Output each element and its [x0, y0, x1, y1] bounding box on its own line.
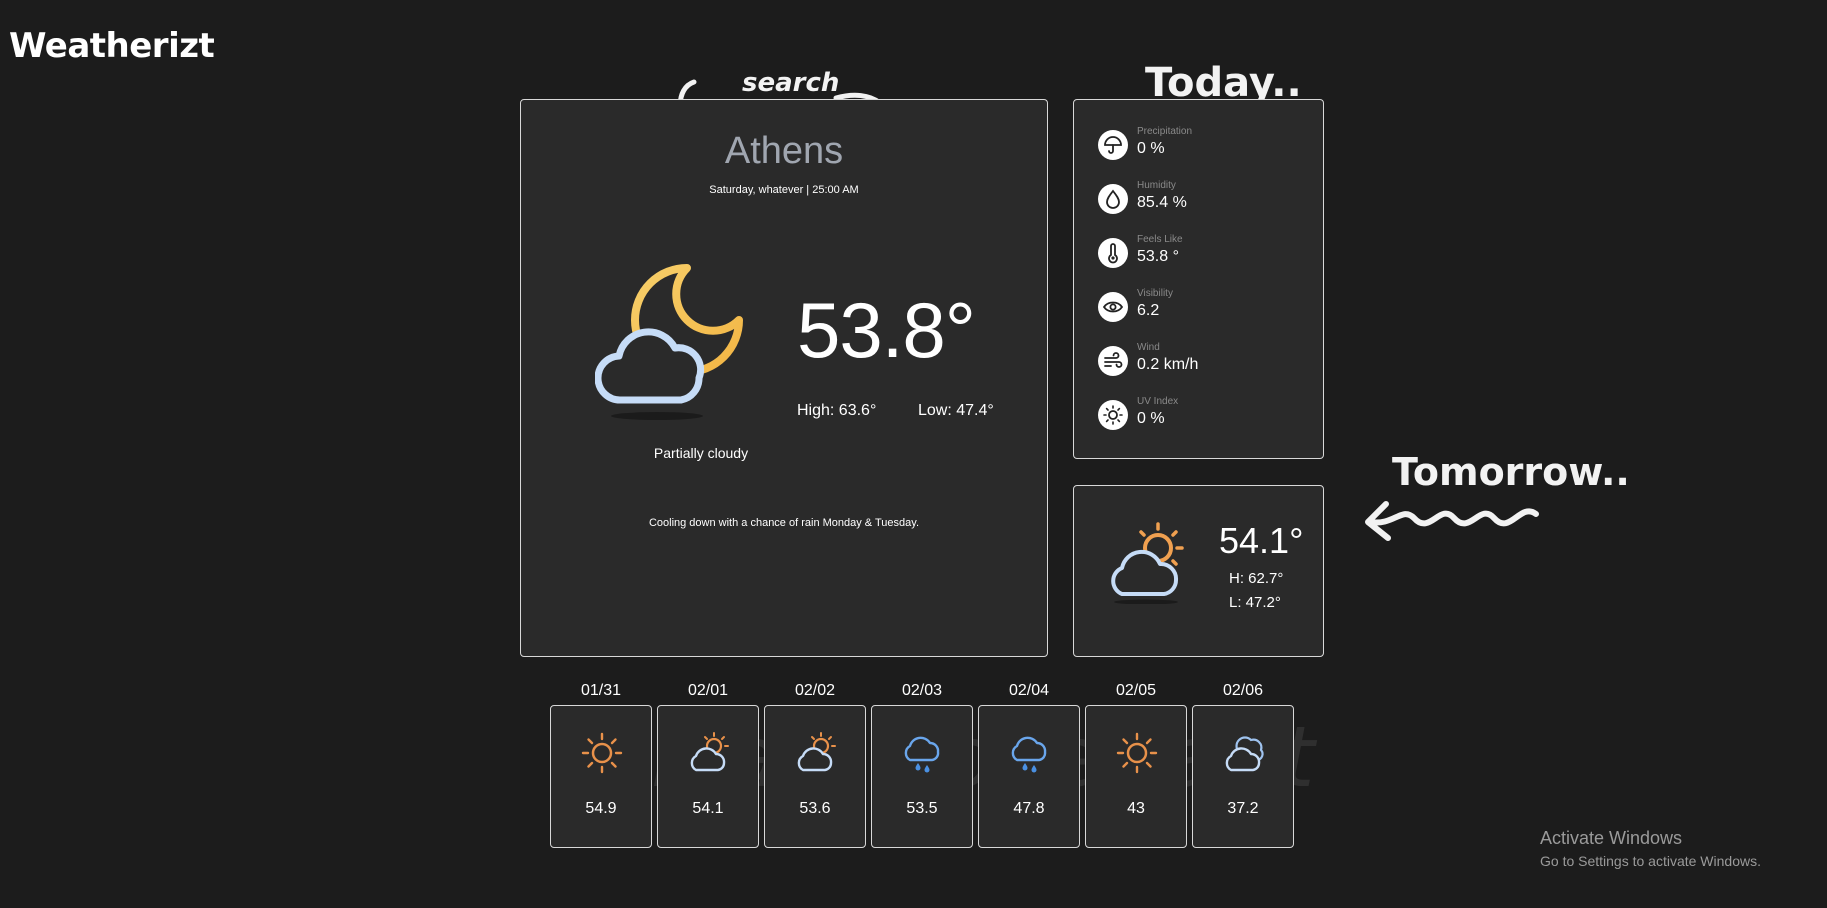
metric-value: 53.8 °	[1137, 248, 1179, 265]
current-low: Low: 47.4°	[918, 402, 994, 419]
forecast-day: 02/04 47.8	[978, 682, 1080, 848]
activate-windows-subtitle[interactable]: Go to Settings to activate Windows.	[1540, 853, 1761, 869]
forecast-day-card: 47.8	[978, 705, 1080, 848]
metric-value: 85.4 %	[1137, 194, 1187, 211]
current-condition: Partially cloudy	[653, 445, 749, 461]
forecast-temp: 47.8	[1013, 800, 1045, 817]
partly-cloudy-day-icon	[797, 732, 836, 772]
tomorrow-card: 54.1° H: 62.7° L: 47.2°	[1073, 485, 1324, 657]
metric-label: UV Index	[1137, 396, 1179, 407]
forecast-date: 02/02	[794, 682, 836, 699]
forecast-day: 02/03 53.5	[871, 682, 973, 848]
metric-label: Wind	[1137, 342, 1160, 353]
sun-icon	[1098, 400, 1128, 430]
metric-value: 6.2	[1137, 302, 1160, 319]
forecast-day-card: 53.6	[764, 705, 866, 848]
forecast-summary: Cooling down with a chance of rain Monda…	[648, 517, 920, 529]
sun-icon	[1116, 732, 1158, 774]
forecast-temp: 54.1	[692, 800, 724, 817]
today-details-card: Precipitation 0 % Humidity 85.4 % Feels …	[1073, 99, 1324, 459]
current-temperature: 53.8°	[797, 286, 976, 374]
current-high: High: 63.6°	[797, 402, 877, 419]
forecast-day: 02/06 37.2	[1192, 682, 1294, 848]
forecast-date: 02/01	[687, 682, 729, 699]
forecast-day: 02/02 53.6	[764, 682, 866, 848]
forecast-day-card: 53.5	[871, 705, 973, 848]
metric-value: 0 %	[1137, 410, 1165, 427]
metric-value: 0 %	[1137, 140, 1165, 157]
annotation-tomorrow: Tomorrow..	[1392, 450, 1630, 494]
forecast-day-card: 43	[1085, 705, 1187, 848]
forecast-date: 02/03	[901, 682, 943, 699]
forecast-date: 02/04	[1008, 682, 1050, 699]
forecast-day-card: 37.2	[1192, 705, 1294, 848]
tomorrow-high: H: 62.7°	[1229, 570, 1284, 587]
rain-icon	[1011, 736, 1047, 773]
forecast-temp: 37.2	[1227, 800, 1259, 817]
forecast-date: 02/05	[1115, 682, 1157, 699]
metric-label: Precipitation	[1137, 126, 1193, 137]
forecast-day-card: 54.1	[657, 705, 759, 848]
metric-value: 0.2 km/h	[1137, 356, 1199, 373]
sun-icon	[581, 732, 623, 774]
tomorrow-temperature: 54.1°	[1219, 520, 1304, 561]
forecast-temp: 43	[1127, 800, 1145, 817]
wind-icon	[1098, 346, 1128, 376]
metric-label: Humidity	[1137, 180, 1176, 191]
partly-cloudy-day-icon	[690, 732, 729, 772]
forecast-day: 02/01 54.1	[657, 682, 759, 848]
forecast-date: 01/31	[580, 682, 622, 699]
partly-cloudy-day-icon	[1111, 522, 1184, 604]
annotation-search: search	[742, 68, 840, 98]
tomorrow-low: L: 47.2°	[1229, 594, 1281, 611]
forecast-temp: 54.9	[585, 800, 617, 817]
forecast-date: 02/06	[1222, 682, 1264, 699]
rain-icon	[904, 736, 940, 773]
current-weather-card: Saturday, whatever | 25:00 AM 53.8° High…	[520, 99, 1048, 657]
forecast-day-card: 54.9	[550, 705, 652, 848]
eye-icon	[1098, 292, 1128, 322]
current-datetime: Saturday, whatever | 25:00 AM	[709, 184, 859, 196]
city-search-input[interactable]	[521, 130, 1047, 173]
activate-windows-title: Activate Windows	[1540, 828, 1683, 848]
metric-label: Feels Like	[1137, 234, 1183, 245]
forecast-temp: 53.6	[799, 800, 831, 817]
thermometer-icon	[1098, 238, 1128, 268]
metric-label: Visibility	[1137, 288, 1173, 299]
droplet-icon	[1098, 184, 1128, 214]
arrow-tomorrow-icon	[1365, 501, 1539, 541]
cloudy-icon	[1225, 736, 1264, 772]
app-title: Weatherizt	[9, 26, 215, 66]
forecast-temp: 53.5	[906, 800, 938, 817]
forecast-day: 01/31 54.9	[550, 682, 652, 848]
partly-cloudy-night-icon	[595, 264, 743, 420]
forecast-day: 02/05 43	[1085, 682, 1187, 848]
umbrella-icon	[1098, 130, 1128, 160]
